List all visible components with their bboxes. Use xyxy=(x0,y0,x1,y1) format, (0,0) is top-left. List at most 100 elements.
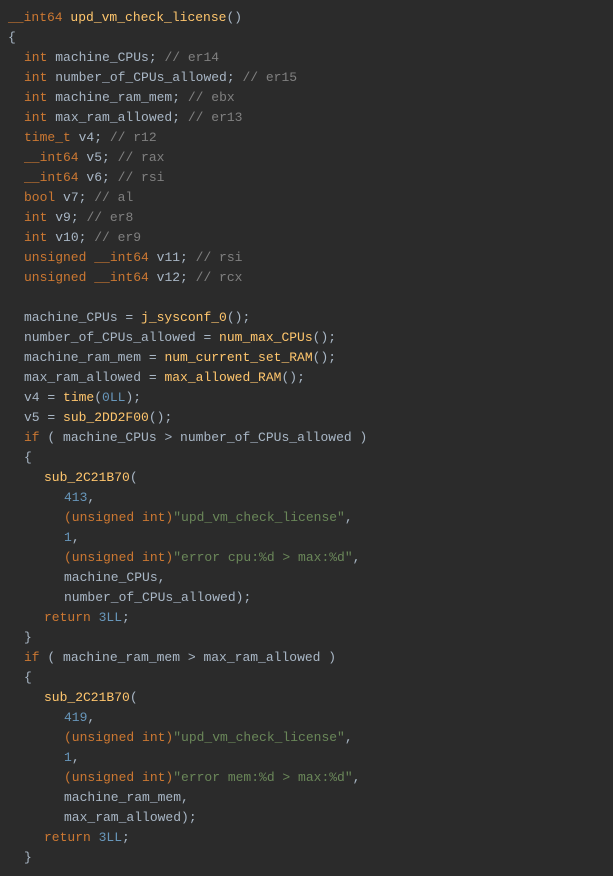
code-token: max_ram_allowed xyxy=(64,808,181,828)
code-line: time_t v4; // r12 xyxy=(0,128,613,148)
code-token: num_current_set_RAM xyxy=(164,348,312,368)
code-line: return 3LL; xyxy=(0,828,613,848)
code-line: 1, xyxy=(0,748,613,768)
code-line: int number_of_CPUs_allowed; // er15 xyxy=(0,68,613,88)
code-token: v4 xyxy=(79,128,95,148)
code-token: "error mem:%d > max:%d" xyxy=(173,768,352,788)
code-token: , xyxy=(353,768,361,788)
code-token: max_ram_allowed xyxy=(24,368,141,388)
code-token: "error cpu:%d > max:%d" xyxy=(173,548,352,568)
code-token: () xyxy=(226,8,242,28)
code-token: ; xyxy=(102,168,118,188)
code-line: bool v7; // al xyxy=(0,188,613,208)
code-token: machine_ram_mem xyxy=(64,788,181,808)
code-token: ( xyxy=(130,688,138,708)
code-token: // r12 xyxy=(110,128,157,148)
code-token: (); xyxy=(313,348,336,368)
code-token: int xyxy=(24,208,55,228)
code-token: ; xyxy=(172,108,188,128)
code-token: int xyxy=(24,108,55,128)
code-line: machine_CPUs, xyxy=(0,568,613,588)
code-line: 419, xyxy=(0,708,613,728)
code-line: sub_2C21B70( xyxy=(0,468,613,488)
code-token: __int64 xyxy=(94,248,156,268)
code-line: max_ram_allowed = max_allowed_RAM(); xyxy=(0,368,613,388)
code-token: max_ram_allowed xyxy=(203,648,320,668)
code-token: // er13 xyxy=(188,108,243,128)
code-token: ); xyxy=(125,388,141,408)
code-line: } xyxy=(0,628,613,648)
code-block: __int64 upd_vm_check_license(){int machi… xyxy=(0,0,613,876)
code-token: = xyxy=(141,348,164,368)
code-line: v5 = sub_2DD2F00(); xyxy=(0,408,613,428)
code-token: return xyxy=(44,608,99,628)
code-token: (); xyxy=(149,408,172,428)
code-token: ; xyxy=(71,208,87,228)
code-token: v6 xyxy=(86,168,102,188)
code-token: ; xyxy=(227,68,243,88)
code-line: return 3LL; xyxy=(0,608,613,628)
code-token: ; xyxy=(79,228,95,248)
code-token: 1 xyxy=(64,528,72,548)
code-token: machine_CPUs xyxy=(55,48,149,68)
code-token: machine_ram_mem xyxy=(63,648,180,668)
code-token: = xyxy=(40,408,63,428)
code-token: v11 xyxy=(157,248,180,268)
code-line: unsigned __int64 v11; // rsi xyxy=(0,248,613,268)
code-token: v10 xyxy=(55,228,78,248)
code-token: __int64 xyxy=(24,168,86,188)
code-token: sub_2C21B70 xyxy=(44,688,130,708)
code-token: ( xyxy=(94,388,102,408)
code-token: unsigned xyxy=(24,268,94,288)
code-line: unsigned __int64 v12; // rcx xyxy=(0,268,613,288)
code-token: v12 xyxy=(157,268,180,288)
code-token: j_sysconf_0 xyxy=(141,308,227,328)
code-line: 413, xyxy=(0,488,613,508)
code-token: (); xyxy=(281,368,304,388)
code-line: (unsigned int)"error cpu:%d > max:%d", xyxy=(0,548,613,568)
code-token: __int64 xyxy=(24,148,86,168)
code-token: int xyxy=(24,88,55,108)
code-token: (); xyxy=(227,308,250,328)
code-token: ; xyxy=(172,88,188,108)
code-token: ); xyxy=(236,588,252,608)
code-token: max_ram_allowed xyxy=(55,108,172,128)
code-token: number_of_CPUs_allowed xyxy=(24,328,196,348)
code-token: if xyxy=(24,648,40,668)
code-token: // er15 xyxy=(242,68,297,88)
code-line: if ( machine_CPUs > number_of_CPUs_allow… xyxy=(0,428,613,448)
code-token: v9 xyxy=(55,208,71,228)
code-token: __int64 xyxy=(8,8,70,28)
code-token: sub_2C21B70 xyxy=(44,468,130,488)
code-token: 419 xyxy=(64,708,87,728)
code-token: ( xyxy=(40,428,63,448)
code-line: max_ram_allowed); xyxy=(0,808,613,828)
code-line: __int64 v5; // rax xyxy=(0,148,613,168)
code-token: 3LL xyxy=(99,608,122,628)
code-token: 1 xyxy=(64,748,72,768)
code-token: (); xyxy=(313,328,336,348)
code-line: } xyxy=(0,848,613,868)
code-token: ; xyxy=(79,188,95,208)
code-token: num_max_CPUs xyxy=(219,328,313,348)
code-token: , xyxy=(353,548,361,568)
code-token: ; xyxy=(149,48,165,68)
code-token: > xyxy=(157,428,180,448)
code-token: (unsigned int) xyxy=(64,768,173,788)
code-token: return xyxy=(44,828,99,848)
code-line: { xyxy=(0,668,613,688)
code-line: { xyxy=(0,448,613,468)
code-token: // er14 xyxy=(164,48,219,68)
code-token: = xyxy=(141,368,164,388)
code-token: // er9 xyxy=(94,228,141,248)
code-token: sub_2DD2F00 xyxy=(63,408,149,428)
code-token: time_t xyxy=(24,128,79,148)
code-token: v5 xyxy=(24,408,40,428)
code-line: sub_2C21B70( xyxy=(0,688,613,708)
code-line: (unsigned int)"error mem:%d > max:%d", xyxy=(0,768,613,788)
code-token: int xyxy=(24,68,55,88)
code-token: time xyxy=(63,388,94,408)
code-line: if ( machine_ram_mem > max_ram_allowed ) xyxy=(0,648,613,668)
code-token: ; xyxy=(122,608,130,628)
code-token: int xyxy=(24,228,55,248)
